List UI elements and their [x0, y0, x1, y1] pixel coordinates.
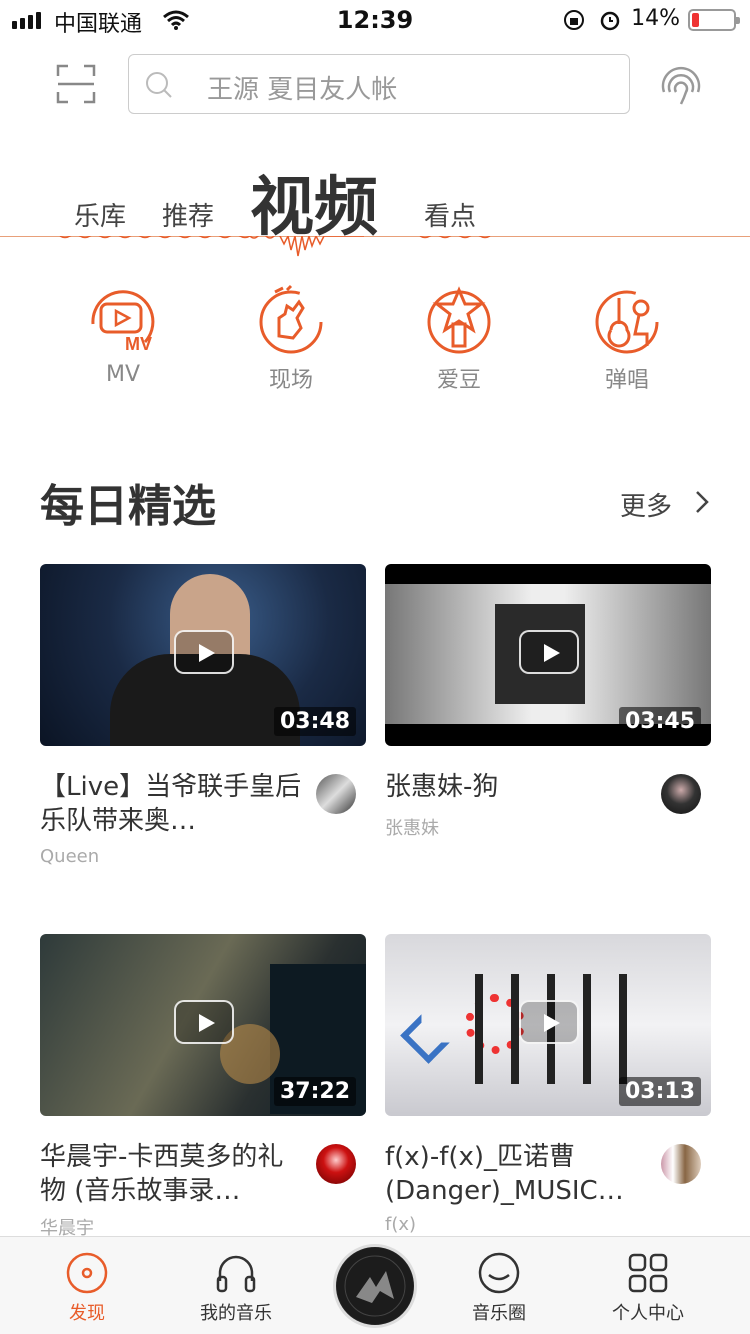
video-card[interactable]: 03:48 【Live】当爷联手皇后乐队带来奥… Queen [40, 564, 366, 867]
scan-icon[interactable] [56, 64, 96, 104]
avatar[interactable] [661, 774, 701, 814]
duration-badge: 03:13 [618, 1077, 701, 1106]
section-title: 每日精选 [40, 481, 216, 532]
video-thumbnail[interactable]: 03:13 [385, 934, 711, 1116]
video-artist[interactable]: Queen [40, 846, 99, 867]
mv-icon: MV [91, 290, 155, 354]
alarm-icon [600, 11, 620, 31]
video-thumbnail[interactable]: 03:48 [40, 564, 366, 746]
top-tabs: 乐库 推荐 视频 看点 [0, 150, 750, 260]
svg-text:MV: MV [125, 334, 152, 354]
rotation-lock-icon [564, 10, 584, 30]
more-link[interactable]: 更多 [620, 486, 672, 523]
category-label: 爱豆 [436, 368, 481, 393]
status-bar: 中国联通 12:39 14% [0, 0, 750, 40]
category-row: MV MV 现场 爱豆 弹唱 [0, 284, 750, 414]
duration-badge: 03:45 [618, 707, 701, 736]
search-icon [146, 72, 172, 98]
duration-badge: 37:22 [273, 1077, 356, 1106]
tab-label: 音乐圈 [472, 1303, 526, 1324]
disc-icon [66, 1252, 108, 1294]
video-title[interactable]: 华晨宇-卡西莫多的礼物 (音乐故事录… [40, 1140, 302, 1208]
tab-library[interactable]: 乐库 [74, 196, 126, 233]
play-icon[interactable] [174, 1000, 234, 1044]
battery-icon [688, 9, 740, 31]
search-placeholder: 王源 夏目友人帐 [207, 75, 398, 105]
category-label: 弹唱 [604, 368, 649, 393]
video-title[interactable]: 【Live】当爷联手皇后乐队带来奥… [40, 770, 302, 838]
tab-label: 我的音乐 [200, 1303, 272, 1324]
guitar-icon [595, 290, 659, 354]
tab-discover[interactable]: 发现 [12, 1237, 162, 1325]
category-label: 现场 [268, 368, 313, 393]
tab-label: 发现 [69, 1303, 105, 1324]
avatar[interactable] [316, 1144, 356, 1184]
video-artist[interactable]: 张惠妹 [385, 814, 439, 840]
grid-icon [628, 1253, 668, 1293]
headphones-icon [216, 1255, 256, 1293]
battery-percent: 14% [631, 6, 680, 31]
video-card[interactable]: 03:45 张惠妹-狗 张惠妹 [385, 564, 711, 839]
search-box[interactable]: 王源 夏目友人帐 [128, 54, 630, 114]
tab-recommend[interactable]: 推荐 [162, 196, 214, 233]
smile-icon [478, 1252, 520, 1294]
play-icon[interactable] [519, 1000, 579, 1044]
tab-indicator-wave [0, 236, 750, 257]
live-icon [259, 284, 323, 354]
category-label: MV [105, 362, 141, 387]
tab-music-circle[interactable]: 音乐圈 [424, 1237, 574, 1325]
video-title[interactable]: f(x)-f(x)_匹诺曹(Danger)_MUSIC… [385, 1140, 647, 1208]
avatar[interactable] [661, 1144, 701, 1184]
play-icon[interactable] [519, 630, 579, 674]
video-title[interactable]: 张惠妹-狗 [385, 770, 647, 804]
category-live[interactable]: 现场 [226, 284, 356, 394]
idol-icon [427, 286, 491, 354]
tab-profile[interactable]: 个人中心 [573, 1237, 723, 1325]
video-thumbnail[interactable]: 03:45 [385, 564, 711, 746]
listen-recognize-icon[interactable] [658, 62, 704, 108]
tab-highlights[interactable]: 看点 [424, 196, 476, 233]
video-artist[interactable]: f(x) [385, 1214, 416, 1235]
tab-my-music[interactable]: 我的音乐 [161, 1237, 311, 1325]
now-playing-disc[interactable] [333, 1244, 417, 1328]
video-thumbnail[interactable]: 37:22 [40, 934, 366, 1116]
video-card[interactable]: 03:13 f(x)-f(x)_匹诺曹(Danger)_MUSIC… f(x) [385, 934, 711, 1235]
tab-label: 个人中心 [612, 1303, 684, 1324]
category-mv[interactable]: MV MV [58, 284, 188, 387]
category-idol[interactable]: 爱豆 [394, 284, 524, 394]
chevron-right-icon[interactable] [694, 490, 710, 514]
album-art-icon [337, 1248, 413, 1324]
tab-video[interactable]: 视频 [250, 156, 378, 248]
avatar[interactable] [316, 774, 356, 814]
video-card[interactable]: 37:22 华晨宇-卡西莫多的礼物 (音乐故事录… 华晨宇 [40, 934, 366, 1239]
category-sing-play[interactable]: 弹唱 [562, 284, 692, 394]
duration-badge: 03:48 [273, 707, 356, 736]
play-icon[interactable] [174, 630, 234, 674]
